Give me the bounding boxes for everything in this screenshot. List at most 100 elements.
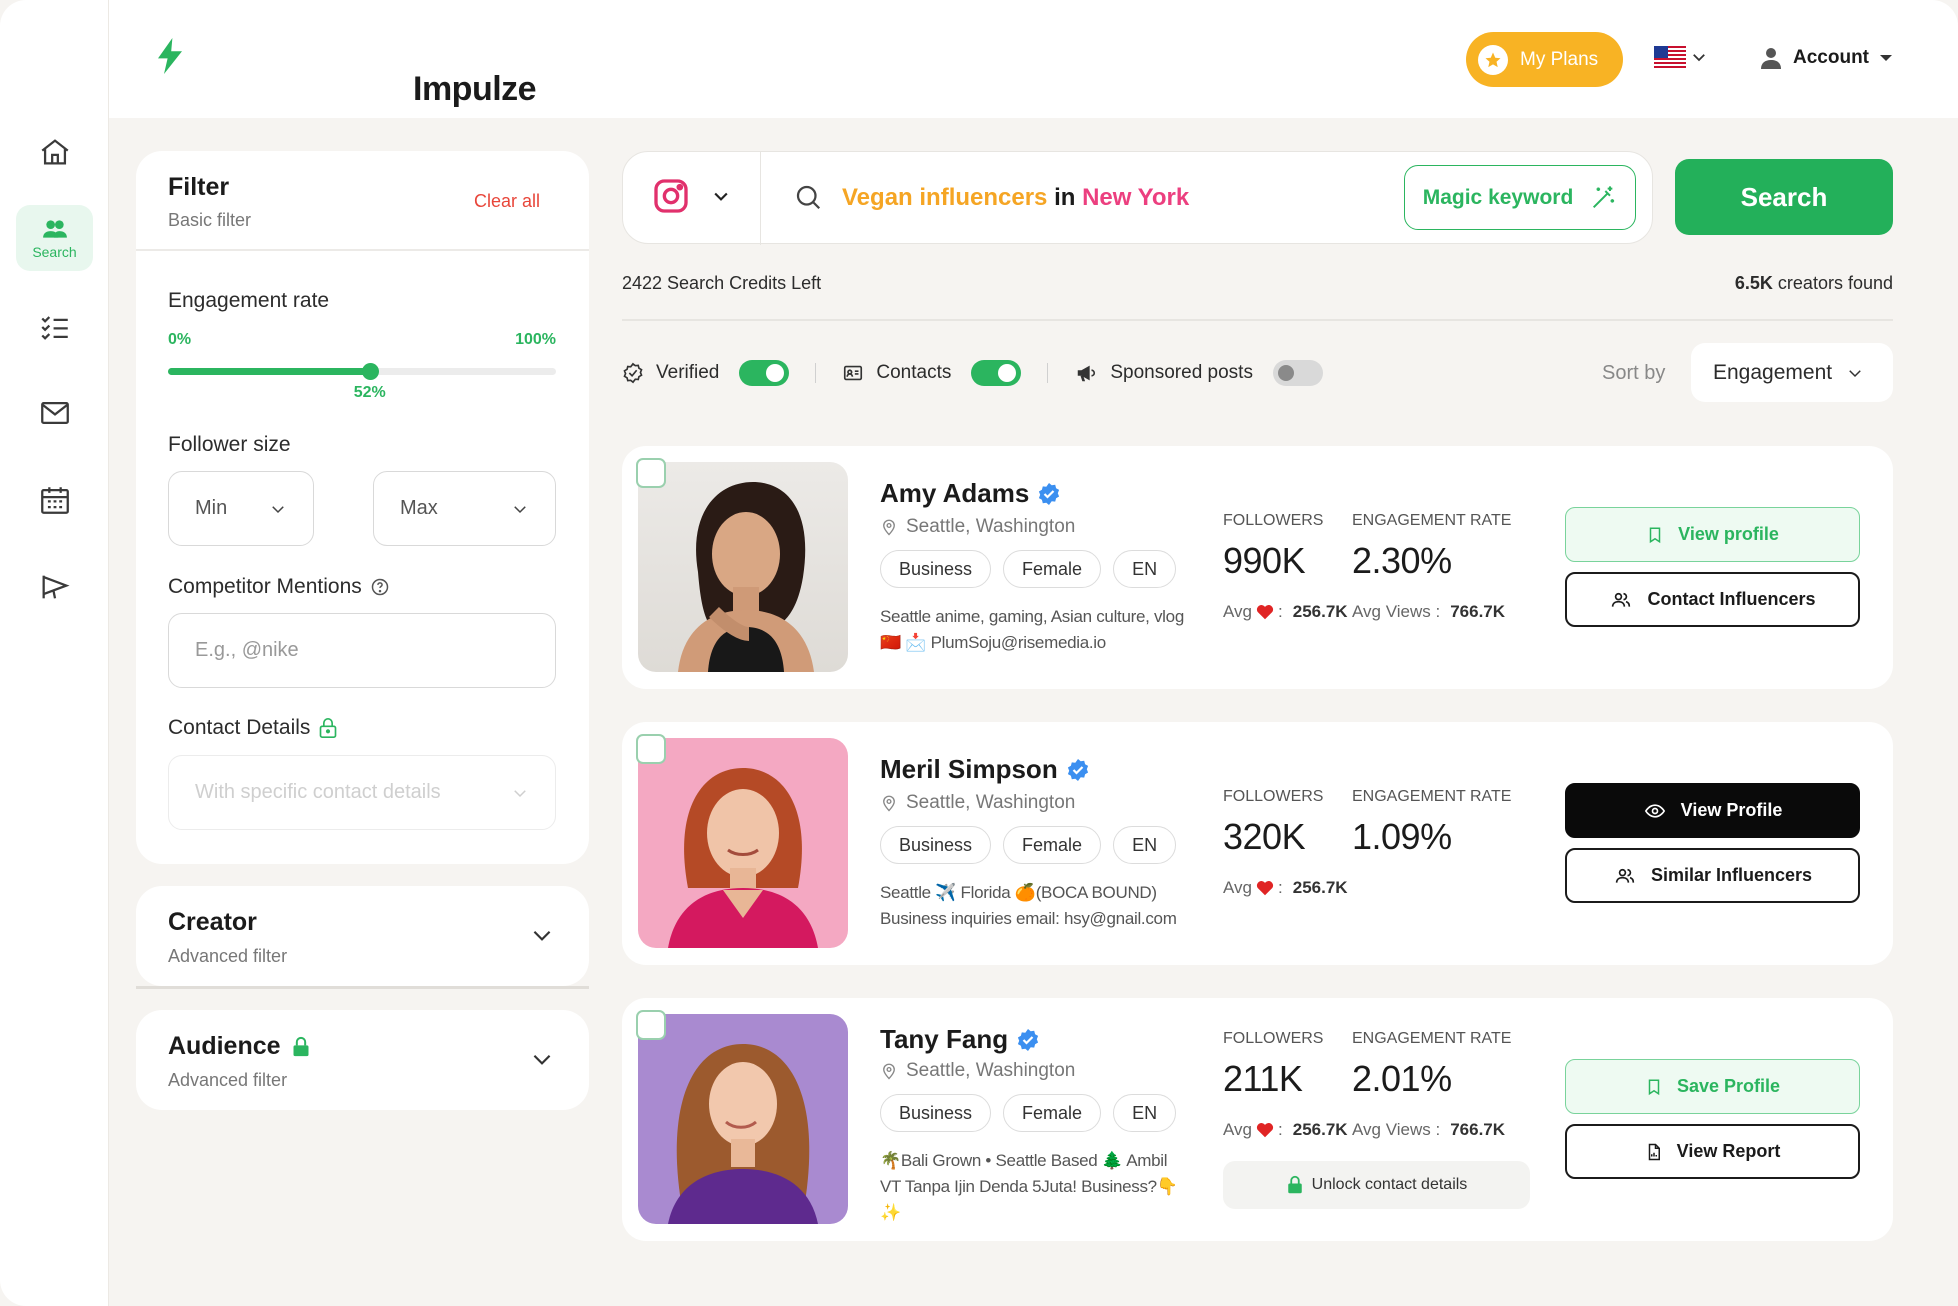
verified-label: Verified (656, 362, 720, 383)
sort-select[interactable]: Engagement (1691, 343, 1893, 402)
sidebar: Search (0, 0, 109, 1306)
engagement-slider-fill (168, 368, 370, 375)
my-plans-button[interactable]: My Plans (1466, 32, 1623, 87)
competitor-mentions-label: Competitor Mentions (168, 575, 390, 599)
tag: Female (1003, 550, 1102, 588)
influencer-location: Seattle, Washington (880, 1060, 1075, 1082)
chevron-down-icon (714, 192, 728, 201)
sponsored-toggle[interactable] (1272, 360, 1323, 386)
save-profile-button[interactable]: Save Profile (1565, 1059, 1860, 1114)
chevron-down-icon (1693, 54, 1705, 62)
contact-details-select[interactable]: With specific contact details (168, 755, 556, 830)
sidebar-item-search[interactable]: Search (16, 205, 93, 271)
accordion-divider (136, 986, 589, 989)
view-profile-button[interactable]: View Profile (1565, 783, 1860, 838)
sidebar-item-campaigns[interactable] (16, 555, 93, 619)
sidebar-item-mail[interactable] (16, 381, 93, 445)
select-checkbox[interactable] (636, 1010, 666, 1040)
creator-filter-accordion[interactable]: Creator Advanced filter (136, 886, 589, 986)
contact-details-placeholder: With specific contact details (195, 781, 441, 803)
account-menu[interactable]: Account (1759, 46, 1893, 70)
audience-filter-accordion[interactable]: Audience Advanced filter (136, 1010, 589, 1110)
magic-keyword-label: Magic keyword (1422, 185, 1574, 209)
select-checkbox[interactable] (636, 734, 666, 764)
avg-likes-value: 256.7K (1292, 602, 1348, 621)
megaphone-icon (42, 575, 70, 599)
competitor-mentions-input[interactable]: E.g., @nike (168, 613, 556, 688)
tag: Female (1003, 826, 1102, 864)
avg-likes-value: 256.7K (1292, 878, 1348, 897)
tag: Female (1003, 1094, 1102, 1132)
view-profile-label: View Profile (1680, 800, 1783, 820)
sidebar-item-lists[interactable] (16, 295, 93, 359)
engagement-slider-handle[interactable] (361, 363, 379, 380)
tag: Business (880, 1094, 992, 1132)
view-profile-button[interactable]: View profile (1565, 507, 1860, 562)
tag: EN (1113, 550, 1177, 588)
creator-filter-title: Creator (168, 908, 257, 937)
location-pin-icon (883, 1063, 895, 1080)
avg-views-label: Avg Views : (1352, 602, 1441, 621)
chevron-down-icon (272, 505, 284, 513)
portrait-image (668, 1044, 818, 1224)
caret-down-icon (1880, 55, 1892, 61)
account-label: Account (1793, 47, 1869, 68)
search-bar-divider (760, 152, 761, 245)
magic-keyword-button[interactable]: Magic keyword (1404, 165, 1636, 230)
influencer-location-text: Seattle, Washington (906, 516, 1076, 537)
language-selector[interactable] (1654, 46, 1708, 68)
follower-max-select[interactable]: Max (373, 471, 556, 546)
users-icon (1615, 868, 1635, 883)
instagram-icon (654, 179, 688, 213)
avg-views: Avg Views : 766.7K (1352, 602, 1505, 622)
influencer-name: Amy Adams (880, 478, 1061, 509)
sidebar-item-home[interactable] (16, 120, 93, 184)
avg-likes: Avg :256.7K (1223, 1120, 1348, 1139)
contacts-toggle[interactable] (971, 360, 1022, 386)
app-name: Impulze (413, 70, 537, 108)
avg-likes-label: Avg (1223, 878, 1252, 897)
help-icon[interactable] (370, 577, 390, 597)
clear-all-link[interactable]: Clear all (474, 191, 540, 212)
user-icon (1761, 48, 1781, 69)
checklist-icon (40, 316, 68, 340)
platform-selector[interactable] (651, 176, 731, 216)
sidebar-item-calendar[interactable] (16, 468, 93, 532)
my-plans-label: My Plans (1520, 48, 1599, 70)
verified-toggle[interactable] (739, 360, 790, 386)
portrait-image (668, 768, 818, 948)
contact-influencers-label: Contact Influencers (1647, 589, 1816, 609)
sort-by-label: Sort by (1602, 362, 1666, 384)
bookmark-icon (1648, 1079, 1660, 1095)
lock-icon (293, 1036, 309, 1056)
location-pin-icon (883, 795, 895, 812)
magic-wand-icon (1593, 185, 1615, 208)
influencer-location: Seattle, Washington (880, 792, 1075, 814)
tag: EN (1113, 1094, 1177, 1132)
select-checkbox[interactable] (636, 458, 666, 488)
similar-influencers-label: Similar Influencers (1650, 865, 1813, 885)
contact-card-icon (844, 365, 863, 381)
influencer-photo (638, 738, 848, 948)
unlock-contact-button[interactable]: Unlock contact details (1223, 1161, 1530, 1209)
view-report-button[interactable]: View Report (1565, 1124, 1860, 1179)
filter-panel: Filter Basic filter Clear all Engagement… (136, 151, 589, 864)
contact-details-text: Contact Details (168, 716, 311, 739)
influencer-card: Meril Simpson Seattle, Washington Busine… (622, 722, 1893, 965)
star-icon (1478, 44, 1508, 75)
influencer-location-text: Seattle, Washington (906, 792, 1076, 813)
influencer-card: Tany Fang Seattle, Washington Business F… (622, 998, 1893, 1241)
follower-min-select[interactable]: Min (168, 471, 314, 546)
search-button[interactable]: Search (1675, 159, 1893, 235)
eye-icon (1644, 803, 1665, 818)
similar-influencers-button[interactable]: Similar Influencers (1565, 848, 1860, 903)
app-logo[interactable]: Impulze (155, 38, 537, 108)
contact-influencers-button[interactable]: Contact Influencers (1565, 572, 1860, 627)
heart-icon (1256, 881, 1274, 896)
filter-header: Filter Basic filter (168, 173, 251, 231)
influencer-photo (638, 462, 848, 672)
influencer-photo (638, 1014, 848, 1224)
engagement-slider[interactable] (168, 363, 556, 380)
search-input[interactable]: Vegan influencers in New York (842, 184, 1189, 212)
report-icon (1648, 1143, 1660, 1160)
